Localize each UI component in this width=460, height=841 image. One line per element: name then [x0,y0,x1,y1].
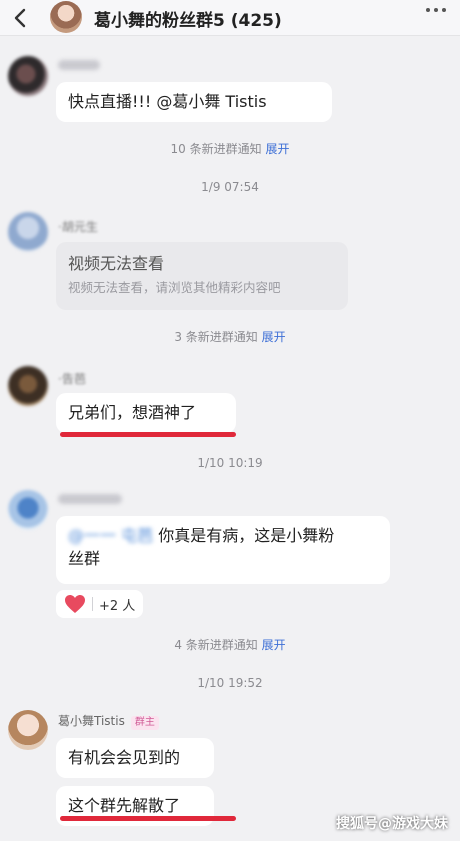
blurred-nickname: ·告芭 [58,372,86,386]
dot-icon [442,8,446,12]
join-notice: 10 条新进群通知 展开 [0,140,460,157]
message-text: 你真是有病，这是小舞粉 [158,526,335,545]
message-bubble[interactable]: 快点直播!!! @葛小舞 Tistis [56,82,332,122]
message-text-continued: 丝群 [68,549,101,569]
join-notice: 3 条新进群通知 展开 [0,328,460,345]
timestamp: 1/9 07:54 [201,180,259,194]
chat-header: 葛小舞的粉丝群5 (425) [0,0,460,36]
expand-link[interactable]: 展开 [262,638,286,652]
watermark-text: 搜狐号@游戏大妹 [336,816,448,832]
dot-icon [426,8,430,12]
message-bubble[interactable]: @一一 屯芭 你真是有病，这是小舞粉 丝群 [56,516,390,584]
avatar[interactable] [8,490,48,530]
video-card-title: 视频无法查看 [68,254,165,273]
owner-badge: 群主 [130,716,159,730]
avatar[interactable] [8,56,48,96]
group-avatar[interactable] [50,1,82,33]
blurred-nickname [58,494,122,504]
back-button[interactable] [6,4,34,32]
heart-icon [65,595,85,613]
expand-link[interactable]: 展开 [265,142,289,156]
message-text: 有机会会见到的 [68,748,181,767]
video-card-subtitle: 视频无法查看，请浏览其他精彩内容吧 [68,280,281,296]
highlight-underline [60,432,236,437]
highlight-underline [60,816,236,821]
message-bubble[interactable]: 有机会会见到的 [56,738,214,778]
sender-row: 葛小舞Tistis 群主 [58,712,159,730]
reaction-bar[interactable]: +2 人 [56,590,144,618]
timestamp: 1/10 10:19 [197,456,263,470]
divider [92,597,93,611]
video-card[interactable]: 视频无法查看 视频无法查看，请浏览其他精彩内容吧 [56,242,348,310]
message-bubble[interactable]: 兄弟们，想酒神了 [56,393,236,433]
blurred-mention: @一一 屯芭 [68,526,154,545]
dot-icon [434,8,438,12]
blurred-nickname: ·胡元生 [58,220,98,234]
message-text: 这个群先解散了 [68,796,181,815]
owner-avatar[interactable] [8,710,48,750]
notice-text: 4 条新进群通知 [174,638,258,652]
reaction-count: +2 人 [99,598,136,614]
group-title: 葛小舞的粉丝群5 (425) [94,11,282,31]
timestamp: 1/10 19:52 [197,676,263,690]
join-notice: 4 条新进群通知 展开 [0,636,460,653]
chevron-left-icon [14,8,26,28]
sender-name: 葛小舞Tistis [58,714,125,728]
notice-text: 3 条新进群通知 [174,330,258,344]
expand-link[interactable]: 展开 [262,330,286,344]
more-options-button[interactable] [426,8,446,12]
message-text: 快点直播!!! @葛小舞 Tistis [68,92,267,111]
blurred-nickname [58,60,100,70]
message-text: 兄弟们，想酒神了 [68,403,197,422]
avatar[interactable] [8,366,48,406]
notice-text: 10 条新进群通知 [170,142,262,156]
avatar[interactable] [8,212,48,252]
